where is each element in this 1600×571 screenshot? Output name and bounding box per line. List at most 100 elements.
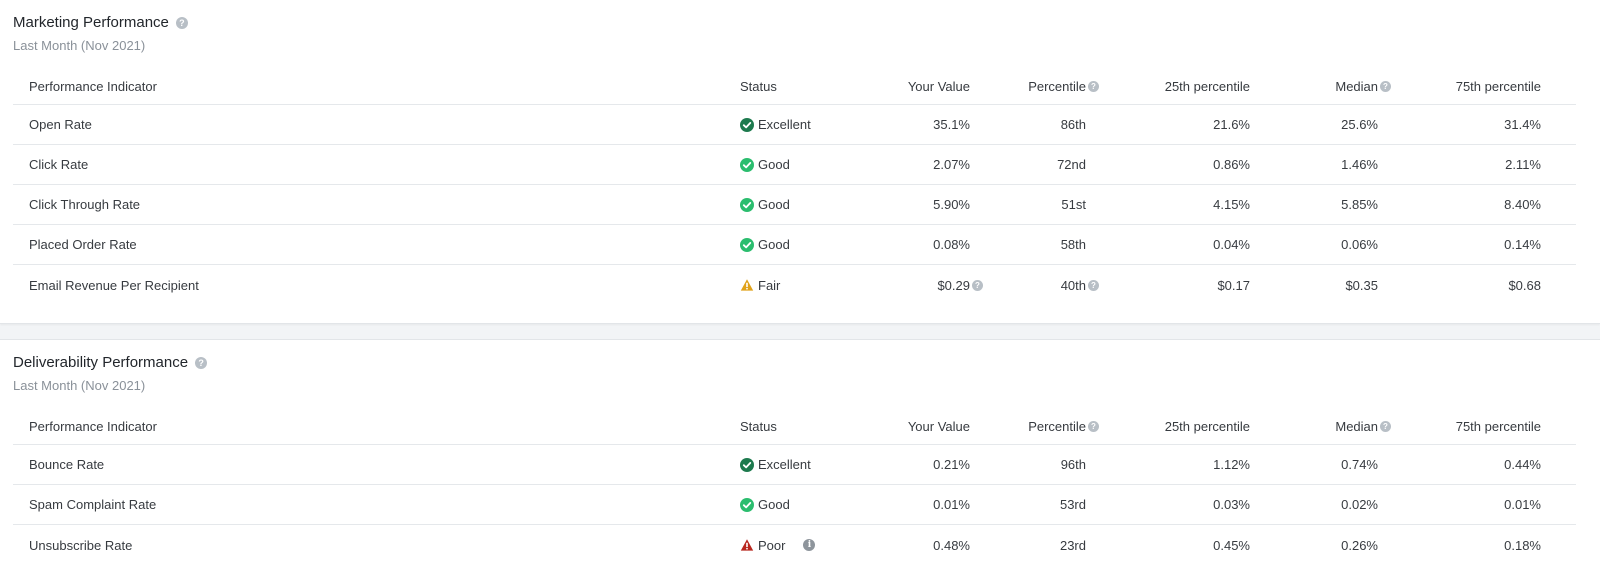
status-label: Fair bbox=[758, 277, 781, 293]
column-header-your-value[interactable]: Your Value bbox=[908, 408, 970, 444]
indicator-name: Placed Order Rate bbox=[29, 237, 137, 252]
column-header-75th-percentile[interactable]: 75th percentile bbox=[1456, 68, 1541, 104]
p25-value: 0.45% bbox=[1213, 537, 1250, 553]
your-value: 35.1% bbox=[933, 117, 970, 132]
your-value: 0.21% bbox=[933, 457, 970, 472]
status-cell: Excellent bbox=[740, 445, 811, 484]
status-label: Good bbox=[758, 237, 790, 252]
median-value: 25.6% bbox=[1341, 117, 1378, 132]
percentile-value-text: 40th bbox=[1060, 277, 1086, 293]
your-value: 2.07% bbox=[933, 157, 970, 172]
status-cell: Good bbox=[740, 485, 790, 524]
table-row: Click Rate Good 2.07% 72nd 0.86% 1.46% 2… bbox=[13, 145, 1576, 185]
status-cell: Fair bbox=[740, 265, 780, 305]
column-header-percentile-label: Percentile bbox=[1028, 78, 1086, 94]
column-header-75th-percentile[interactable]: 75th percentile bbox=[1456, 408, 1541, 444]
status-cell: Good bbox=[740, 185, 790, 224]
help-icon[interactable]: ? bbox=[972, 279, 983, 291]
status-cell: Poor i bbox=[740, 525, 816, 565]
your-value: $0.29? bbox=[937, 265, 983, 305]
warning-triangle-icon bbox=[740, 279, 754, 291]
help-icon[interactable]: ? bbox=[1088, 80, 1099, 92]
percentile-value: 72nd bbox=[1057, 157, 1086, 172]
column-header-status[interactable]: Status bbox=[740, 408, 777, 444]
your-value: 0.08% bbox=[933, 237, 970, 252]
column-header-median-label: Median bbox=[1335, 78, 1378, 94]
table-row: Bounce Rate Excellent 0.21% 96th 1.12% 0… bbox=[13, 445, 1576, 485]
section-subtitle: Last Month (Nov 2021) bbox=[13, 38, 146, 53]
check-circle-icon bbox=[740, 197, 754, 212]
section-title-text: Marketing Performance bbox=[13, 14, 169, 31]
your-value: 5.90% bbox=[933, 197, 970, 212]
p25-value: 0.03% bbox=[1213, 497, 1250, 512]
status-cell: Good bbox=[740, 145, 790, 184]
median-value: 0.02% bbox=[1341, 497, 1378, 512]
median-value: 0.06% bbox=[1341, 237, 1378, 252]
column-header-indicator[interactable]: Performance Indicator bbox=[29, 68, 157, 104]
info-icon[interactable]: i bbox=[803, 539, 816, 551]
p75-value: 0.01% bbox=[1504, 497, 1541, 512]
p25-value: 4.15% bbox=[1213, 197, 1250, 212]
column-header-median[interactable]: Median? bbox=[1335, 68, 1391, 104]
table-row: Email Revenue Per Recipient Fair $0.29? … bbox=[13, 265, 1576, 305]
section-subtitle: Last Month (Nov 2021) bbox=[13, 378, 146, 393]
percentile-value: 51st bbox=[1061, 197, 1086, 212]
column-header-median[interactable]: Median? bbox=[1335, 408, 1391, 444]
p75-value: 0.44% bbox=[1504, 457, 1541, 472]
deliverability-table: Performance Indicator Status Your Value … bbox=[13, 408, 1576, 565]
column-header-25th-percentile[interactable]: 25th percentile bbox=[1165, 408, 1250, 444]
status-label: Poor bbox=[758, 537, 786, 553]
p25-value: 21.6% bbox=[1213, 117, 1250, 132]
column-header-indicator[interactable]: Performance Indicator bbox=[29, 408, 157, 444]
help-icon[interactable]: ? bbox=[195, 356, 208, 369]
percentile-value: 58th bbox=[1060, 237, 1086, 252]
column-header-median-label: Median bbox=[1335, 418, 1378, 434]
check-circle-icon bbox=[740, 157, 754, 172]
table-row: Placed Order Rate Good 0.08% 58th 0.04% … bbox=[13, 225, 1576, 265]
status-cell: Excellent bbox=[740, 105, 811, 144]
p25-value: $0.17 bbox=[1217, 277, 1250, 293]
marketing-table: Performance Indicator Status Your Value … bbox=[13, 68, 1576, 305]
section-title: Marketing Performance ? bbox=[13, 14, 188, 31]
p75-value: 0.14% bbox=[1504, 237, 1541, 252]
your-value: 0.01% bbox=[933, 497, 970, 512]
p75-value: 0.18% bbox=[1504, 537, 1541, 553]
column-header-percentile[interactable]: Percentile? bbox=[1028, 68, 1099, 104]
percentile-value: 40th? bbox=[1061, 265, 1099, 305]
column-header-status[interactable]: Status bbox=[740, 68, 777, 104]
table-header-row: Performance Indicator Status Your Value … bbox=[13, 68, 1576, 105]
help-icon[interactable]: ? bbox=[1088, 420, 1099, 432]
check-circle-icon bbox=[740, 497, 754, 512]
p75-value: $0.68 bbox=[1508, 277, 1541, 293]
column-header-25th-percentile[interactable]: 25th percentile bbox=[1165, 68, 1250, 104]
your-value-text: $0.29 bbox=[937, 277, 970, 293]
status-label: Good bbox=[758, 157, 790, 172]
table-row: Unsubscribe Rate Poor i 0.48% 23rd 0.45%… bbox=[13, 525, 1576, 565]
column-header-your-value[interactable]: Your Value bbox=[908, 68, 970, 104]
help-icon[interactable]: ? bbox=[175, 16, 188, 29]
indicator-name: Email Revenue Per Recipient bbox=[29, 277, 199, 293]
p75-value: 8.40% bbox=[1504, 197, 1541, 212]
table-header-row: Performance Indicator Status Your Value … bbox=[13, 408, 1576, 445]
p25-value: 0.86% bbox=[1213, 157, 1250, 172]
deliverability-performance-card: Deliverability Performance ? Last Month … bbox=[0, 339, 1600, 571]
median-value: $0.35 bbox=[1345, 277, 1378, 293]
warning-triangle-red-icon bbox=[740, 539, 754, 551]
column-header-percentile[interactable]: Percentile? bbox=[1028, 408, 1099, 444]
table-row: Click Through Rate Good 5.90% 51st 4.15%… bbox=[13, 185, 1576, 225]
indicator-name: Bounce Rate bbox=[29, 457, 105, 472]
median-value: 0.26% bbox=[1341, 537, 1378, 553]
median-value: 1.46% bbox=[1341, 157, 1378, 172]
p75-value: 2.11% bbox=[1505, 157, 1541, 172]
table-row: Spam Complaint Rate Good 0.01% 53rd 0.03… bbox=[13, 485, 1576, 525]
check-circle-icon bbox=[740, 237, 754, 252]
indicator-name: Open Rate bbox=[29, 117, 92, 132]
indicator-name: Spam Complaint Rate bbox=[29, 497, 157, 512]
help-icon[interactable]: ? bbox=[1380, 420, 1391, 432]
help-icon[interactable]: ? bbox=[1380, 80, 1391, 92]
your-value: 0.48% bbox=[933, 537, 970, 553]
p75-value: 31.4% bbox=[1504, 117, 1541, 132]
indicator-name: Click Rate bbox=[29, 157, 89, 172]
help-icon[interactable]: ? bbox=[1088, 279, 1099, 291]
marketing-performance-card: Marketing Performance ? Last Month (Nov … bbox=[0, 0, 1600, 324]
